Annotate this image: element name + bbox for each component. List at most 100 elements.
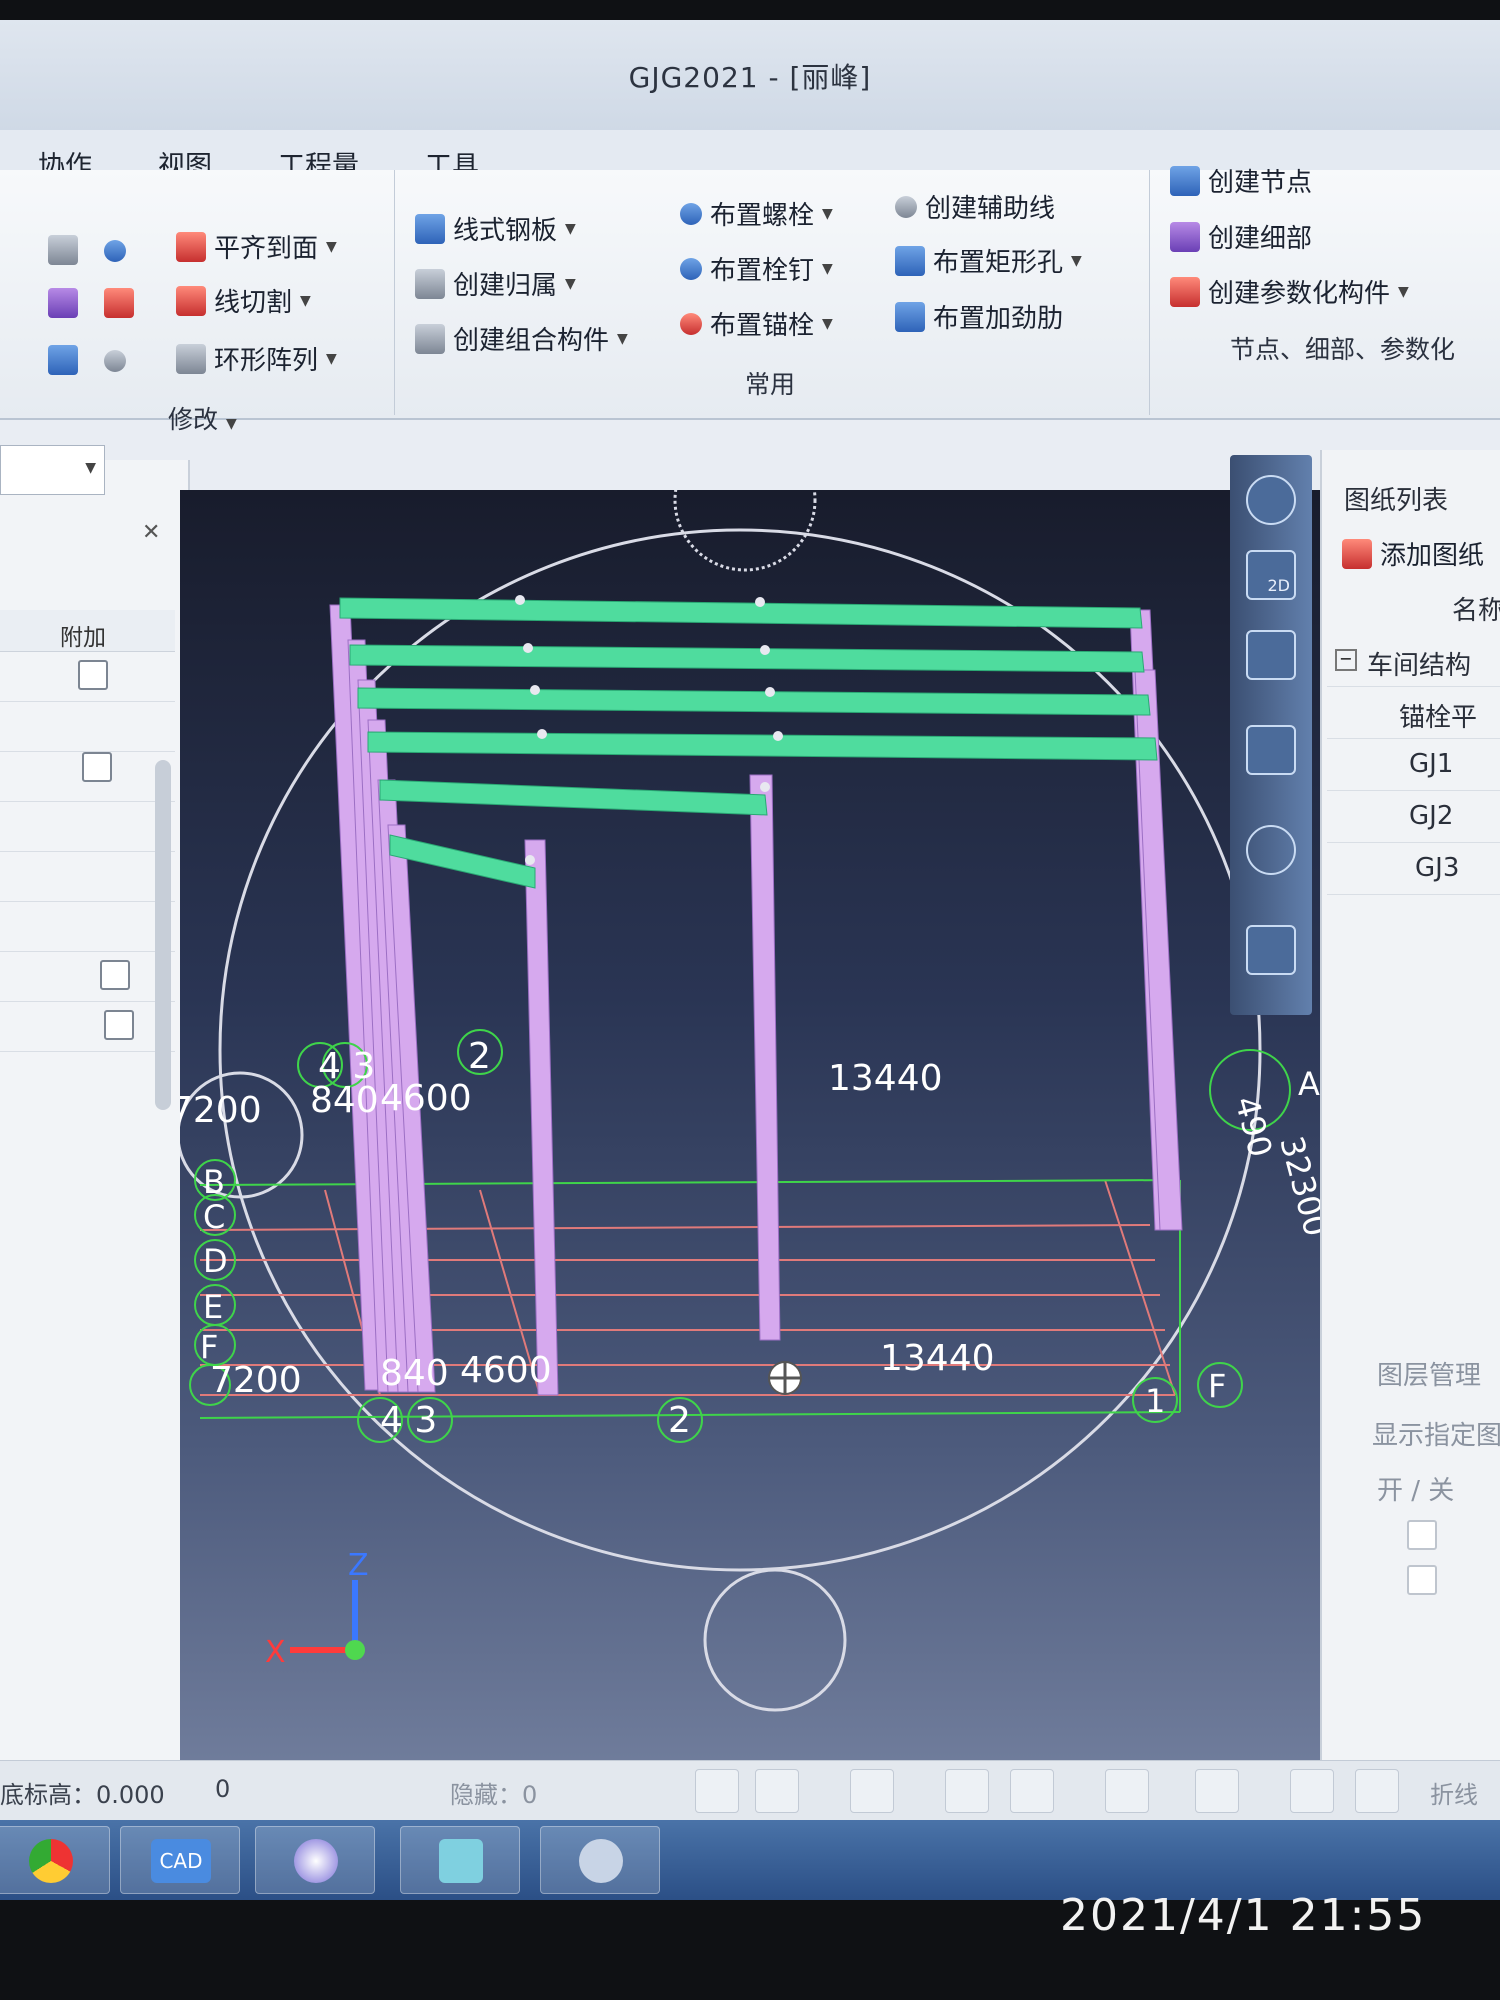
- columns: [329, 604, 1183, 1396]
- create-ownership-button[interactable]: 创建归属 ▼: [415, 265, 576, 302]
- chevron-down-icon: ▼: [1398, 283, 1409, 300]
- model-viewport[interactable]: 4 3 2 7200 840 4600 13440 490 32300 A B …: [180, 490, 1360, 1760]
- select-cross-icon[interactable]: [850, 1769, 894, 1813]
- create-parametric-button[interactable]: 创建参数化构件 ▼: [1170, 273, 1409, 310]
- node-markers: [515, 595, 783, 865]
- line-plate-button[interactable]: 线式钢板 ▼: [415, 210, 576, 247]
- copy-frame-icon[interactable]: [1355, 1769, 1399, 1813]
- checkbox[interactable]: [78, 660, 108, 690]
- circular-array-button[interactable]: 环形阵列 ▼: [176, 340, 337, 377]
- properties-icon[interactable]: [1246, 925, 1296, 975]
- layer-checkbox[interactable]: [1407, 1565, 1437, 1595]
- rafter: [339, 597, 1143, 629]
- node-icon: [1170, 165, 1200, 196]
- tree-root-row[interactable]: − 车间结构: [1327, 635, 1500, 687]
- rotate-icon[interactable]: [104, 240, 126, 262]
- place-anchor-button[interactable]: 布置锚栓 ▼: [680, 305, 833, 342]
- floor-grid: [199, 1179, 1176, 1396]
- axis-label-A: A: [1298, 1065, 1320, 1103]
- mirror-icon[interactable]: [104, 288, 134, 318]
- robot-icon: [579, 1839, 623, 1883]
- delete-icon[interactable]: [945, 1769, 989, 1813]
- 3d-box-icon[interactable]: [1246, 630, 1296, 680]
- column: [524, 839, 559, 1396]
- stiffener-icon: [895, 301, 925, 332]
- rafter: [379, 779, 768, 816]
- axis-label-1-bottom: 1: [1145, 1382, 1165, 1420]
- close-icon[interactable]: ✕: [142, 520, 160, 545]
- angle-icon[interactable]: [1105, 1769, 1149, 1813]
- window-title: GJG2021 - [丽峰]: [628, 61, 872, 94]
- dim-7200-bottom: 7200: [210, 1360, 302, 1401]
- aux-line-icon: [895, 195, 917, 218]
- copy-icon[interactable]: [48, 288, 78, 318]
- dim-4600-top: 4600: [380, 1078, 472, 1119]
- model-3d-view[interactable]: 4 3 2 7200 840 4600 13440 490 32300 A B …: [180, 490, 1360, 1760]
- axis-lines: [199, 1179, 1181, 1419]
- ortho-icon[interactable]: [695, 1769, 739, 1813]
- drawing-item[interactable]: 锚栓平: [1327, 687, 1500, 739]
- orbit-handle-bottom[interactable]: [703, 1568, 847, 1712]
- pen-icon[interactable]: [48, 235, 78, 265]
- axis-label-F-right: F: [1208, 1367, 1226, 1405]
- cube-icon[interactable]: [1246, 725, 1296, 775]
- axis-label-z: Z: [348, 1548, 369, 1583]
- property-table-header: 附加: [0, 610, 175, 652]
- rect-hole-icon: [895, 245, 925, 276]
- place-stud-button[interactable]: 布置栓钉 ▼: [680, 250, 833, 287]
- bolt-icon: [680, 202, 702, 225]
- taskbar-robot[interactable]: [540, 1826, 660, 1894]
- drawing-item[interactable]: GJ2: [1327, 791, 1500, 843]
- chevron-down-icon: ▼: [225, 416, 237, 432]
- taskbar-chrome[interactable]: [0, 1826, 110, 1894]
- ribbon-group-modify: 平齐到面 ▼ 线切割 ▼ 环形阵列 ▼ 修改 ▼: [0, 170, 395, 434]
- collapse-icon[interactable]: −: [1335, 649, 1357, 671]
- checkbox[interactable]: [104, 1010, 134, 1040]
- snap-icon[interactable]: [1010, 1769, 1054, 1813]
- 2d-view-icon[interactable]: 2D: [1246, 550, 1296, 600]
- add-drawing-button[interactable]: 添加图纸: [1342, 535, 1484, 572]
- layer-checkbox[interactable]: [1407, 1520, 1437, 1550]
- create-detail-button[interactable]: 创建细部: [1170, 218, 1312, 255]
- table-row: [0, 952, 175, 1002]
- create-node-button[interactable]: 创建节点: [1170, 162, 1312, 199]
- select-box-icon[interactable]: [755, 1769, 799, 1813]
- line-cut-button[interactable]: 线切割 ▼: [176, 282, 311, 319]
- extend-icon[interactable]: [104, 350, 126, 372]
- place-stiffener-button[interactable]: 布置加劲肋: [895, 298, 1063, 335]
- anchor-bolt-icon: [680, 312, 702, 335]
- align-face-button[interactable]: 平齐到面 ▼: [176, 228, 337, 265]
- frame-icon[interactable]: [1290, 1769, 1334, 1813]
- chevron-down-icon: ▼: [85, 460, 96, 476]
- create-aux-line-button[interactable]: 创建辅助线: [895, 188, 1055, 225]
- node: [530, 685, 540, 695]
- drawing-item[interactable]: GJ1: [1327, 739, 1500, 791]
- hidden-count: 隐藏：0: [450, 1781, 538, 1809]
- detail-icon: [1170, 221, 1200, 252]
- rotate-view-icon[interactable]: [1246, 825, 1296, 875]
- taskbar-app[interactable]: [255, 1826, 375, 1894]
- document-icon: [415, 268, 445, 299]
- app-flower-icon: [294, 1839, 338, 1883]
- scrollbar[interactable]: [155, 760, 171, 1110]
- axis-label-2-top: 2: [468, 1036, 491, 1077]
- add-drawing-icon: [1342, 538, 1372, 569]
- title-bar: GJG2021 - [丽峰]: [0, 20, 1500, 130]
- node: [760, 645, 770, 655]
- taskbar-gjg[interactable]: [400, 1826, 520, 1894]
- place-rect-hole-button[interactable]: 布置矩形孔 ▼: [895, 242, 1082, 279]
- modify-group-label[interactable]: 修改 ▼: [168, 400, 237, 436]
- place-bolt-button[interactable]: 布置螺栓 ▼: [680, 195, 833, 232]
- taskbar-cad[interactable]: CAD: [120, 1826, 240, 1894]
- checkbox[interactable]: [100, 960, 130, 990]
- move-icon[interactable]: [48, 345, 78, 375]
- view-combo[interactable]: ▼: [0, 445, 105, 495]
- drawing-item[interactable]: GJ3: [1327, 843, 1500, 895]
- parametric-icon: [1170, 276, 1200, 307]
- node: [525, 855, 535, 865]
- globe-icon[interactable]: [1246, 475, 1296, 525]
- checkbox[interactable]: [82, 752, 112, 782]
- row-E: E: [203, 1288, 223, 1326]
- dimension-icon[interactable]: [1195, 1769, 1239, 1813]
- create-assembly-button[interactable]: 创建组合构件 ▼: [415, 320, 628, 357]
